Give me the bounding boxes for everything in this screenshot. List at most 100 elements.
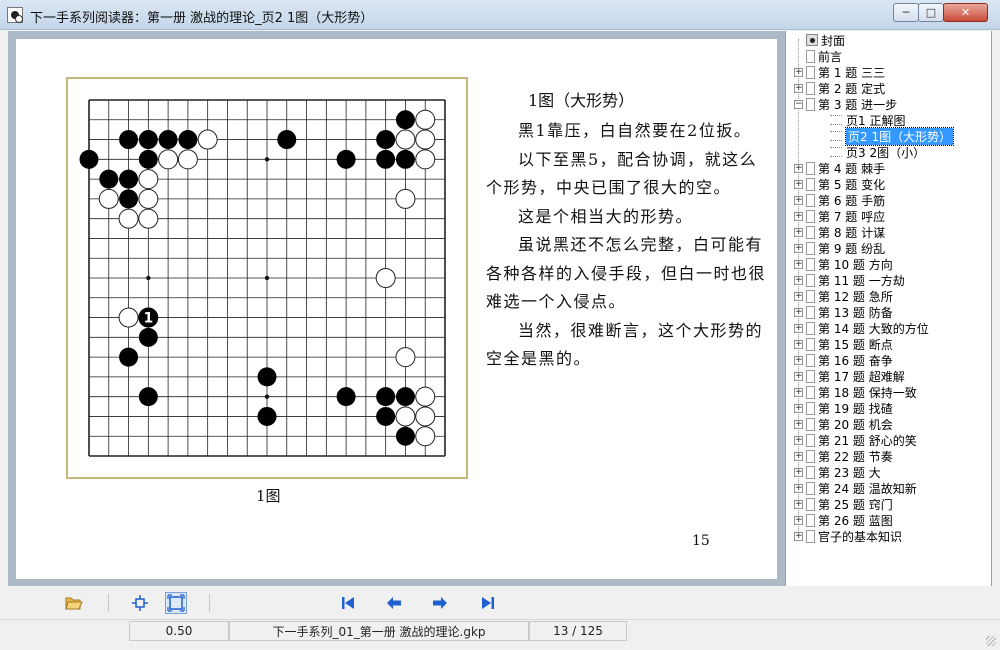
expand-plus-icon[interactable]: + — [794, 83, 803, 93]
tree-item[interactable]: + 第 8 题 计谋 — [794, 224, 885, 240]
tree-item[interactable]: + 第 13 题 防备 — [794, 304, 893, 320]
chapter-icon — [806, 529, 815, 543]
chapter-icon — [806, 417, 815, 431]
tree-item[interactable]: − 第 3 题 进一步 — [794, 96, 897, 112]
fit-width-icon — [132, 595, 148, 611]
black-stone — [178, 130, 198, 150]
expand-plus-icon[interactable]: + — [794, 435, 803, 445]
tree-item[interactable]: + 第 22 题 节奏 — [794, 448, 893, 464]
expand-plus-icon[interactable]: + — [794, 451, 803, 461]
tree-item[interactable]: 前言 — [794, 48, 842, 64]
chapter-icon — [806, 65, 815, 79]
white-stone — [118, 307, 139, 328]
chapter-icon — [806, 433, 815, 447]
expand-plus-icon[interactable]: + — [794, 499, 803, 509]
tree-item-label: 第 16 题 奋争 — [818, 353, 893, 368]
chapter-icon — [806, 385, 815, 399]
tree-item[interactable]: + 第 14 题 大致的方位 — [794, 320, 929, 336]
expand-plus-icon[interactable]: + — [794, 259, 803, 269]
black-stone — [257, 406, 277, 426]
open-file-button[interactable] — [63, 592, 85, 614]
tree-item[interactable]: 页2 1图（大形势） — [830, 126, 955, 146]
maximize-button[interactable]: □ — [918, 3, 944, 22]
chapter-icon — [806, 337, 815, 351]
tree-item[interactable]: + 第 19 题 找碴 — [794, 400, 893, 416]
tree-item[interactable]: 页1 正解图 — [830, 112, 905, 128]
expand-plus-icon[interactable]: + — [794, 163, 803, 173]
expand-plus-icon[interactable]: + — [794, 307, 803, 317]
tree-item[interactable]: + 第 2 题 定式 — [794, 80, 885, 96]
tree-item[interactable]: + 官子的基本知识 — [794, 528, 902, 544]
chapter-icon — [806, 305, 815, 319]
white-stone — [415, 129, 436, 150]
last-page-button[interactable] — [477, 592, 499, 614]
chapter-tree[interactable]: 封面 前言 + 第 1 题 三三 + 第 2 题 定式 − 第 3 题 进一步 页1 正解图 页2… — [785, 31, 992, 586]
expand-plus-icon[interactable]: + — [794, 371, 803, 381]
tree-item-label: 第 21 题 舒心的笑 — [818, 433, 917, 448]
collapse-minus-icon[interactable]: − — [794, 99, 803, 109]
document-viewport[interactable]: 1 1图 1图（大形势） 黑1靠压，白自然要在2位扳。 以下至黑5，配合协调，就… — [8, 31, 785, 586]
chapter-icon — [806, 321, 815, 335]
previous-page-button[interactable] — [383, 592, 405, 614]
expand-plus-icon[interactable]: + — [794, 243, 803, 253]
tree-item[interactable]: + 第 5 题 变化 — [794, 176, 885, 192]
white-stone — [415, 426, 436, 447]
fit-page-button[interactable] — [165, 592, 187, 614]
maximize-icon: □ — [925, 6, 937, 19]
tree-item[interactable]: + 第 12 题 急所 — [794, 288, 893, 304]
file-name: 下一手系列_01_第一册 激战的理论.gkp — [229, 621, 529, 641]
expand-plus-icon[interactable]: + — [794, 531, 803, 541]
expand-plus-icon[interactable]: + — [794, 275, 803, 285]
chapter-icon — [806, 401, 815, 415]
tree-item[interactable]: + 第 9 题 纷乱 — [794, 240, 885, 256]
tree-item[interactable]: 页3 2图（小） — [830, 144, 925, 160]
resize-grip[interactable] — [986, 636, 996, 646]
expand-plus-icon[interactable]: + — [794, 483, 803, 493]
close-button[interactable]: ✕ — [943, 3, 988, 22]
tree-item[interactable]: + 第 21 题 舒心的笑 — [794, 432, 917, 448]
paragraph: 黑1靠压，白自然要在2位扳。 — [518, 121, 752, 140]
tree-item[interactable]: + 第 25 题 窍门 — [794, 496, 893, 512]
expand-plus-icon[interactable]: + — [794, 355, 803, 365]
expand-plus-icon[interactable]: + — [794, 387, 803, 397]
first-page-button[interactable] — [337, 592, 359, 614]
expand-plus-icon[interactable]: + — [794, 403, 803, 413]
tree-item[interactable]: + 第 6 题 手筋 — [794, 192, 885, 208]
book-page: 1 1图 1图（大形势） 黑1靠压，白自然要在2位扳。 以下至黑5，配合协调，就… — [16, 39, 777, 579]
tree-item-label: 第 25 题 窍门 — [818, 497, 893, 512]
tree-item[interactable]: + 第 7 题 呼应 — [794, 208, 885, 224]
title-bar: 下一手系列阅读器：第一册 激战的理论_页2 1图（大形势） ─ □ ✕ — [0, 0, 1000, 30]
expand-plus-icon[interactable]: + — [794, 227, 803, 237]
tree-item-label: 第 22 题 节奏 — [818, 449, 893, 464]
tree-item[interactable]: + 第 26 题 蓝图 — [794, 512, 893, 528]
tree-item[interactable]: + 第 10 题 方向 — [794, 256, 893, 272]
next-page-button[interactable] — [429, 592, 451, 614]
tree-item[interactable]: + 第 16 题 奋争 — [794, 352, 893, 368]
tree-item[interactable]: + 第 15 题 断点 — [794, 336, 893, 352]
expand-plus-icon[interactable]: + — [794, 515, 803, 525]
tree-item[interactable]: + 第 18 题 保持一致 — [794, 384, 917, 400]
expand-plus-icon[interactable]: + — [794, 291, 803, 301]
expand-plus-icon[interactable]: + — [794, 195, 803, 205]
tree-item[interactable]: + 第 24 题 温故知新 — [794, 480, 917, 496]
previous-page-icon — [387, 597, 401, 609]
tree-item[interactable]: 封面 — [794, 32, 845, 48]
expand-plus-icon[interactable]: + — [794, 339, 803, 349]
paragraph: 以下至黑5，配合协调，就这么个形势，中央已围了很大的空。 — [486, 149, 758, 198]
expand-plus-icon[interactable]: + — [794, 67, 803, 77]
tree-item[interactable]: + 第 11 题 一方劫 — [794, 272, 905, 288]
minimize-button[interactable]: ─ — [893, 3, 919, 22]
tree-item[interactable]: + 第 4 题 棘手 — [794, 160, 885, 176]
expand-plus-icon[interactable]: + — [794, 467, 803, 477]
tree-item[interactable]: + 第 17 题 超难解 — [794, 368, 905, 384]
expand-plus-icon[interactable]: + — [794, 323, 803, 333]
tree-item[interactable]: + 第 20 题 机会 — [794, 416, 893, 432]
tree-item[interactable]: + 第 1 题 三三 — [794, 64, 885, 80]
expand-plus-icon[interactable]: + — [794, 179, 803, 189]
page-icon — [830, 131, 842, 141]
fit-width-button[interactable] — [129, 592, 151, 614]
page-icon — [830, 147, 842, 157]
expand-plus-icon[interactable]: + — [794, 211, 803, 221]
tree-item[interactable]: + 第 23 题 大 — [794, 464, 881, 480]
expand-plus-icon[interactable]: + — [794, 419, 803, 429]
